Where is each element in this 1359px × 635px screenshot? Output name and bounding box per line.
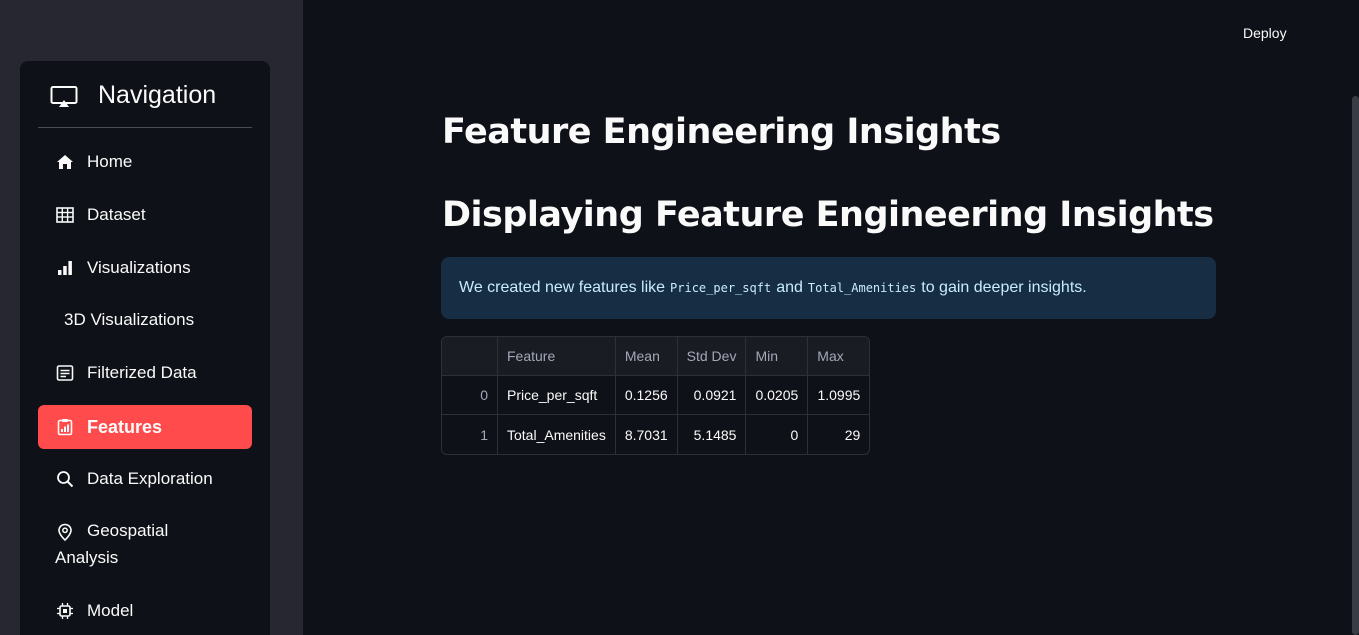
table-cell-mean[interactable]: 8.7031: [616, 415, 678, 454]
table-header-row: Feature Mean Std Dev Min Max: [442, 337, 870, 376]
sidebar-item-label: Data Exploration: [87, 469, 213, 488]
column-header-std-dev[interactable]: Std Dev: [677, 337, 747, 376]
bar-chart-icon: [55, 258, 75, 278]
sidebar-item-home[interactable]: Home: [38, 140, 252, 184]
navigation-title: Navigation: [98, 81, 217, 109]
sidebar: Navigation Home Dataset Visualizations 3…: [0, 0, 303, 635]
info-text-prefix: We created new features like: [459, 279, 666, 296]
section-title: Displaying Feature Engineering Insights: [442, 195, 1214, 235]
info-text-suffix: to gain deeper insights.: [921, 279, 1087, 296]
table-cell-min[interactable]: 0: [746, 415, 809, 454]
info-code-total-amenities: Total_Amenities: [807, 281, 917, 295]
navigation-menu: Navigation Home Dataset Visualizations 3…: [20, 61, 270, 635]
table-cell-feature[interactable]: Price_per_sqft: [498, 376, 616, 415]
sidebar-item-features[interactable]: Features: [38, 405, 252, 449]
table-icon: [55, 205, 75, 225]
column-header-max[interactable]: Max: [808, 337, 870, 376]
table-cell-index[interactable]: 1: [442, 415, 498, 454]
sidebar-item-visualizations[interactable]: Visualizations: [38, 246, 252, 290]
table-cell-std-dev[interactable]: 0.0921: [677, 376, 747, 415]
info-alert: We created new features like Price_per_s…: [441, 257, 1216, 319]
features-table[interactable]: Feature Mean Std Dev Min Max 0 Price_per…: [441, 336, 871, 455]
clipboard-chart-icon: [55, 417, 75, 437]
deploy-button[interactable]: Deploy: [1231, 22, 1299, 44]
table-cell-index[interactable]: 0: [442, 376, 498, 415]
table-row: 0 Price_per_sqft 0.1256 0.0921 0.0205 1.…: [442, 376, 870, 415]
sidebar-item-filterized-data[interactable]: Filterized Data: [38, 351, 252, 395]
sidebar-item-label: Visualizations: [87, 258, 191, 277]
sidebar-item-label: Model: [87, 601, 134, 620]
navigation-header: Navigation: [38, 79, 252, 128]
sidebar-item-3d-visualizations[interactable]: 3D Visualizations: [38, 298, 252, 342]
table-cell-max[interactable]: 29: [808, 415, 869, 454]
table-cell-min[interactable]: 0.0205: [746, 376, 809, 415]
info-code-price-per-sqft: Price_per_sqft: [670, 281, 772, 295]
info-text-middle: and: [776, 279, 803, 296]
cast-icon: [50, 85, 78, 109]
search-icon: [55, 469, 75, 489]
page-title: Feature Engineering Insights: [442, 112, 1001, 152]
sidebar-item-dataset[interactable]: Dataset: [38, 193, 252, 237]
table-cell-mean[interactable]: 0.1256: [615, 376, 678, 415]
column-header-mean[interactable]: Mean: [615, 337, 678, 376]
column-header-min[interactable]: Min: [746, 337, 809, 376]
sidebar-item-label: Filterized Data: [87, 363, 197, 382]
sidebar-item-model[interactable]: Model: [38, 589, 252, 633]
table-row: 1 Total_Amenities 8.7031 5.1485 0 29: [442, 415, 869, 454]
chip-icon: [55, 601, 75, 621]
sidebar-item-geospatial-analysis[interactable]: Geospatial Analysis: [38, 511, 252, 571]
table-cell-std-dev[interactable]: 5.1485: [678, 415, 747, 454]
sidebar-item-data-exploration[interactable]: Data Exploration: [38, 457, 252, 501]
sidebar-item-label: Home: [87, 152, 133, 171]
table-cell-max[interactable]: 1.0995: [808, 376, 870, 415]
sidebar-item-label: 3D Visualizations: [64, 310, 195, 329]
column-header-index[interactable]: [442, 337, 498, 376]
filter-list-icon: [55, 363, 75, 383]
sidebar-item-label: Features: [87, 416, 163, 437]
main-scrollbar[interactable]: [1352, 96, 1359, 635]
home-icon: [55, 152, 75, 172]
sidebar-item-label: Geospatial Analysis: [55, 521, 169, 567]
column-header-feature[interactable]: Feature: [498, 337, 616, 376]
sidebar-item-label: Dataset: [87, 205, 146, 224]
table-cell-feature[interactable]: Total_Amenities: [498, 415, 616, 454]
